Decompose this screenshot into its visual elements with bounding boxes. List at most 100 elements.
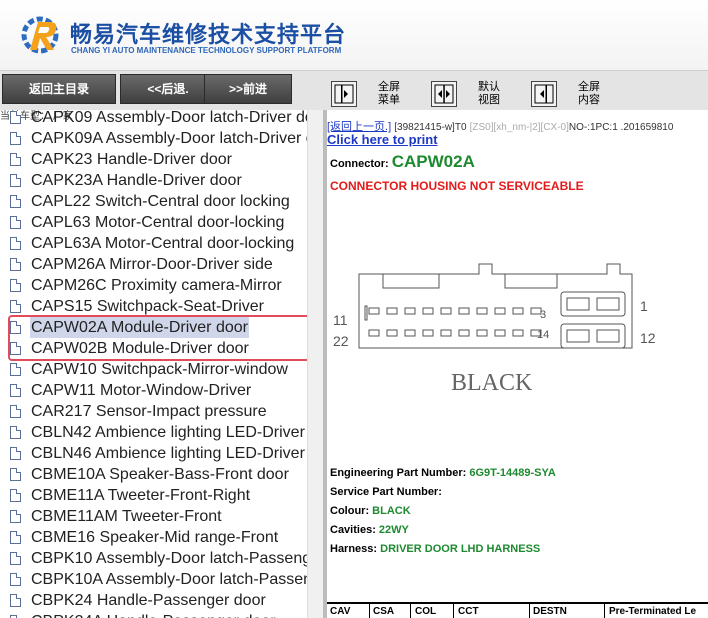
tree-item-label: CAR217 Sensor-Impact pressure xyxy=(31,403,267,420)
document-icon xyxy=(10,594,21,607)
collapse-menu-label: 全屏 菜单 xyxy=(378,81,400,106)
document-icon xyxy=(10,195,21,208)
pin-cavity xyxy=(440,329,452,337)
pin-label-22: 22 xyxy=(333,333,349,349)
tree-item-label: CBME16 Speaker-Mid range-Front xyxy=(31,529,279,546)
document-icon xyxy=(10,153,21,166)
collapse-menu-button[interactable] xyxy=(331,81,357,107)
pin-cavity xyxy=(512,329,524,337)
tree-item-label: CAPL63A Motor-Central door-locking xyxy=(31,235,295,252)
pin-cavity xyxy=(422,307,434,315)
tree-item-label: CBME10A Speaker-Bass-Front door xyxy=(31,466,289,483)
default-view-label: 默认 视图 xyxy=(478,81,500,106)
tree-item-label: CAPS15 Switchpack-Seat-Driver xyxy=(31,298,264,315)
pin-cavity xyxy=(368,329,380,337)
pin-cavity xyxy=(494,329,506,337)
pin-cavity xyxy=(476,329,488,337)
col-destn: DESTN xyxy=(533,606,567,617)
forward-button[interactable]: >>前进 xyxy=(204,74,292,104)
document-icon xyxy=(10,300,21,313)
col-cct: CCT xyxy=(458,606,479,617)
default-view-button[interactable] xyxy=(431,81,457,107)
document-icon xyxy=(10,237,21,250)
pin-cavity xyxy=(458,329,470,337)
document-icon xyxy=(10,111,21,124)
pin-cavity xyxy=(494,307,506,315)
content-pane: [返回上一页.] [39821415-w]T0 [ZS0][xh_nm-|2][… xyxy=(327,110,708,618)
tree-item-label: CBLN42 Ambience lighting LED-Driver xyxy=(31,424,305,441)
document-icon xyxy=(10,552,21,565)
tree-item-label: CAPK23A Handle-Driver door xyxy=(31,172,242,189)
connector-heading: Connector: CAPW02A xyxy=(330,152,475,172)
tree-item-label: CAPK09A Assembly-Door latch-Driver door xyxy=(31,130,323,147)
collapse-menu-icon xyxy=(334,84,354,104)
tree-item-label: CBME11AM Tweeter-Front xyxy=(31,508,222,525)
document-icon xyxy=(10,363,21,376)
pin-cavity xyxy=(476,307,488,315)
fullscreen-content-button[interactable] xyxy=(531,81,557,107)
document-icon xyxy=(10,258,21,271)
document-icon xyxy=(10,279,21,292)
document-icon xyxy=(10,447,21,460)
connector-diagram: 1 12 11 22 3 14 BLACK xyxy=(333,263,656,396)
tree-item-label: CBPK10A Assembly-Door latch-Passenger xyxy=(31,571,323,588)
tree-item-label: CAPW10 Switchpack-Mirror-window xyxy=(31,361,288,378)
document-icon xyxy=(10,216,21,229)
cavities-field: Cavities: 22WY xyxy=(330,524,409,536)
tree-item-label: CAPL22 Switch-Central door locking xyxy=(31,193,290,210)
pin-cavity xyxy=(368,307,380,315)
pin-label-1: 1 xyxy=(640,298,648,314)
document-icon xyxy=(10,468,21,481)
print-link[interactable]: Click here to print xyxy=(327,132,438,147)
tree-item-label: CBME11A Tweeter-Front-Right xyxy=(31,487,251,504)
warning-text: CONNECTOR HOUSING NOT SERVICEABLE xyxy=(330,179,584,193)
tree-item-label: CBPK24A Handle-Passenger door xyxy=(30,611,277,618)
tree-item-label: CAPM26A Mirror-Door-Driver side xyxy=(31,256,273,273)
back-button[interactable]: <<后退. xyxy=(120,74,216,104)
document-icon xyxy=(10,489,21,502)
pin-cavity xyxy=(404,329,416,337)
tree-item-label: CAPW11 Motor-Window-Driver xyxy=(31,382,252,399)
pin-label-11: 11 xyxy=(333,312,348,328)
tree-item-label: CAPK09 Assembly-Door latch-Driver door xyxy=(31,110,323,126)
pin-cavity xyxy=(458,307,470,315)
tree-scrollbar[interactable] xyxy=(307,110,324,618)
col-cav: CAV xyxy=(330,606,351,617)
col-col: COL xyxy=(415,606,437,617)
meta-grey: [ZS0][xh_nm-|2][CX-0] xyxy=(469,122,569,133)
connector-label: Connector: xyxy=(330,158,392,170)
tree-item-label: CAPK23 Handle-Driver door xyxy=(31,151,232,168)
default-view-icon xyxy=(434,84,454,104)
pin-cavity xyxy=(440,307,452,315)
document-icon xyxy=(10,426,21,439)
tree-item-label: CAPM26C Proximity camera-Mirror xyxy=(31,277,282,294)
pin-cavity xyxy=(422,329,434,337)
pin-label-14: 14 xyxy=(537,329,549,341)
annotation-highlight-box xyxy=(8,315,310,361)
housing-color-text: BLACK xyxy=(451,370,533,396)
document-icon xyxy=(10,384,21,397)
tree-item-label: CBLN46 Ambience lighting LED-Driver xyxy=(31,445,305,462)
toolbar: 返回主目录 <<后退. >>前进 全屏 菜单 默认 视图 全屏 内容 xyxy=(0,70,708,111)
fullscreen-content-label: 全屏 内容 xyxy=(578,81,600,106)
colour-field: Colour: BLACK xyxy=(330,505,411,517)
pin-cavity xyxy=(386,307,398,315)
pin-cavity xyxy=(386,329,398,337)
pin-cavity xyxy=(512,307,524,315)
harness-field: Harness: DRIVER DOOR LHD HARNESS xyxy=(330,543,541,555)
pin-label-3: 3 xyxy=(540,309,546,321)
component-tree: 当前车型： 厂家 CAPK09 Assembly-Door latch-Driv… xyxy=(0,110,323,618)
pinout-table-header: CAV CSA COL CCT DESTN Pre-Terminated Le xyxy=(327,602,708,618)
connector-id: CAPW02A xyxy=(391,152,475,171)
tree-item-label: CAPL63 Motor-Central door-locking xyxy=(31,214,285,231)
app-header: 畅易汽车维修技术支持平台 CHANG YI AUTO MAINTENANCE T… xyxy=(0,0,708,70)
service-part-number: Service Part Number: xyxy=(330,486,442,498)
engineering-part-number: Engineering Part Number: 6G9T-14489-SYA xyxy=(330,467,556,479)
fullscreen-content-icon xyxy=(534,84,554,104)
home-button[interactable]: 返回主目录 xyxy=(2,74,116,104)
document-icon xyxy=(10,405,21,418)
pin-rows xyxy=(368,291,626,349)
document-icon xyxy=(10,531,21,544)
meta-tail: NO-:1PC:1 .201659810 xyxy=(568,122,674,133)
pin-cavity xyxy=(404,307,416,315)
